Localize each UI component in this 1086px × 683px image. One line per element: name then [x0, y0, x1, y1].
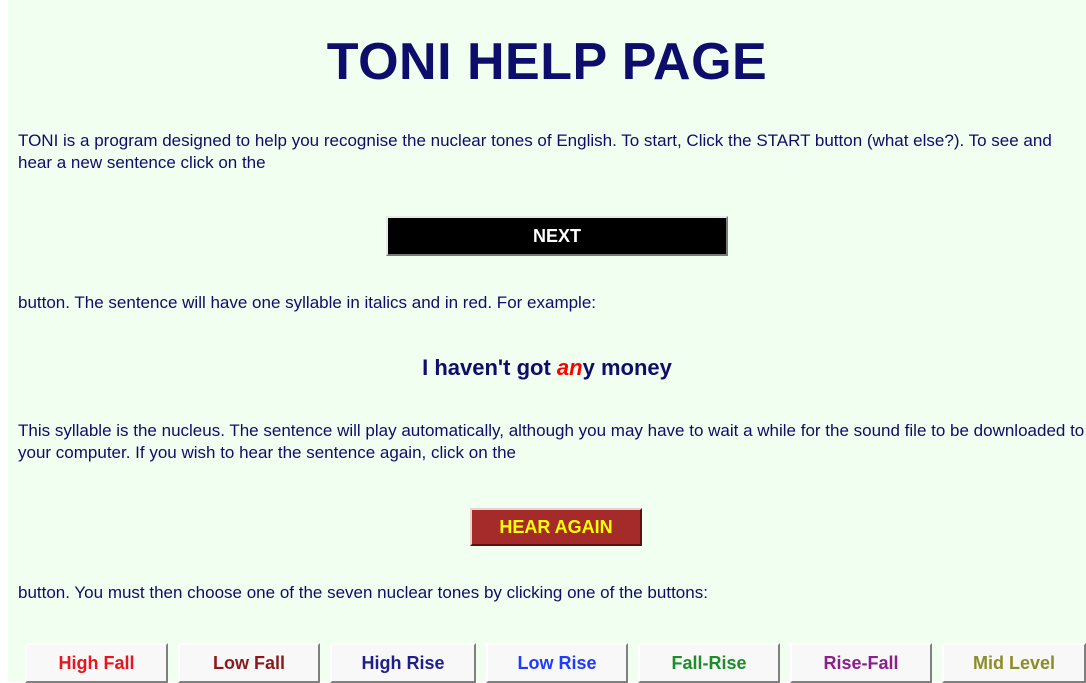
tone-button-low-fall[interactable]: Low Fall: [178, 643, 320, 683]
tone-button-mid-level[interactable]: Mid Level: [942, 643, 1086, 683]
tone-button-low-rise[interactable]: Low Rise: [486, 643, 628, 683]
tone-button-high-rise[interactable]: High Rise: [330, 643, 476, 683]
nucleus-paragraph: This syllable is the nucleus. The senten…: [18, 421, 1085, 462]
example-after: y money: [582, 355, 672, 380]
example-nucleus: an: [556, 355, 583, 380]
hear-again-button[interactable]: HEAR AGAIN: [470, 508, 642, 546]
tone-button-rise-fall[interactable]: Rise-Fall: [790, 643, 932, 683]
help-page: TONI HELP PAGE TONI is a program designe…: [8, 0, 1086, 683]
tone-button-fall-rise[interactable]: Fall-Rise: [638, 643, 780, 683]
choose-tone-paragraph: button. You must then choose one of the …: [18, 583, 708, 602]
intro-paragraph: TONI is a program designed to help you r…: [18, 131, 1052, 172]
example-before: I haven't got: [422, 355, 557, 380]
page-title: TONI HELP PAGE: [326, 33, 768, 91]
example-intro-paragraph: button. The sentence will have one sylla…: [18, 293, 597, 312]
next-button[interactable]: NEXT: [386, 216, 728, 256]
tone-button-row: High Fall Low Fall High Rise Low Rise Fa…: [25, 643, 1086, 683]
tone-button-high-fall[interactable]: High Fall: [25, 643, 168, 683]
example-sentence: I haven't got any money: [8, 354, 1086, 382]
